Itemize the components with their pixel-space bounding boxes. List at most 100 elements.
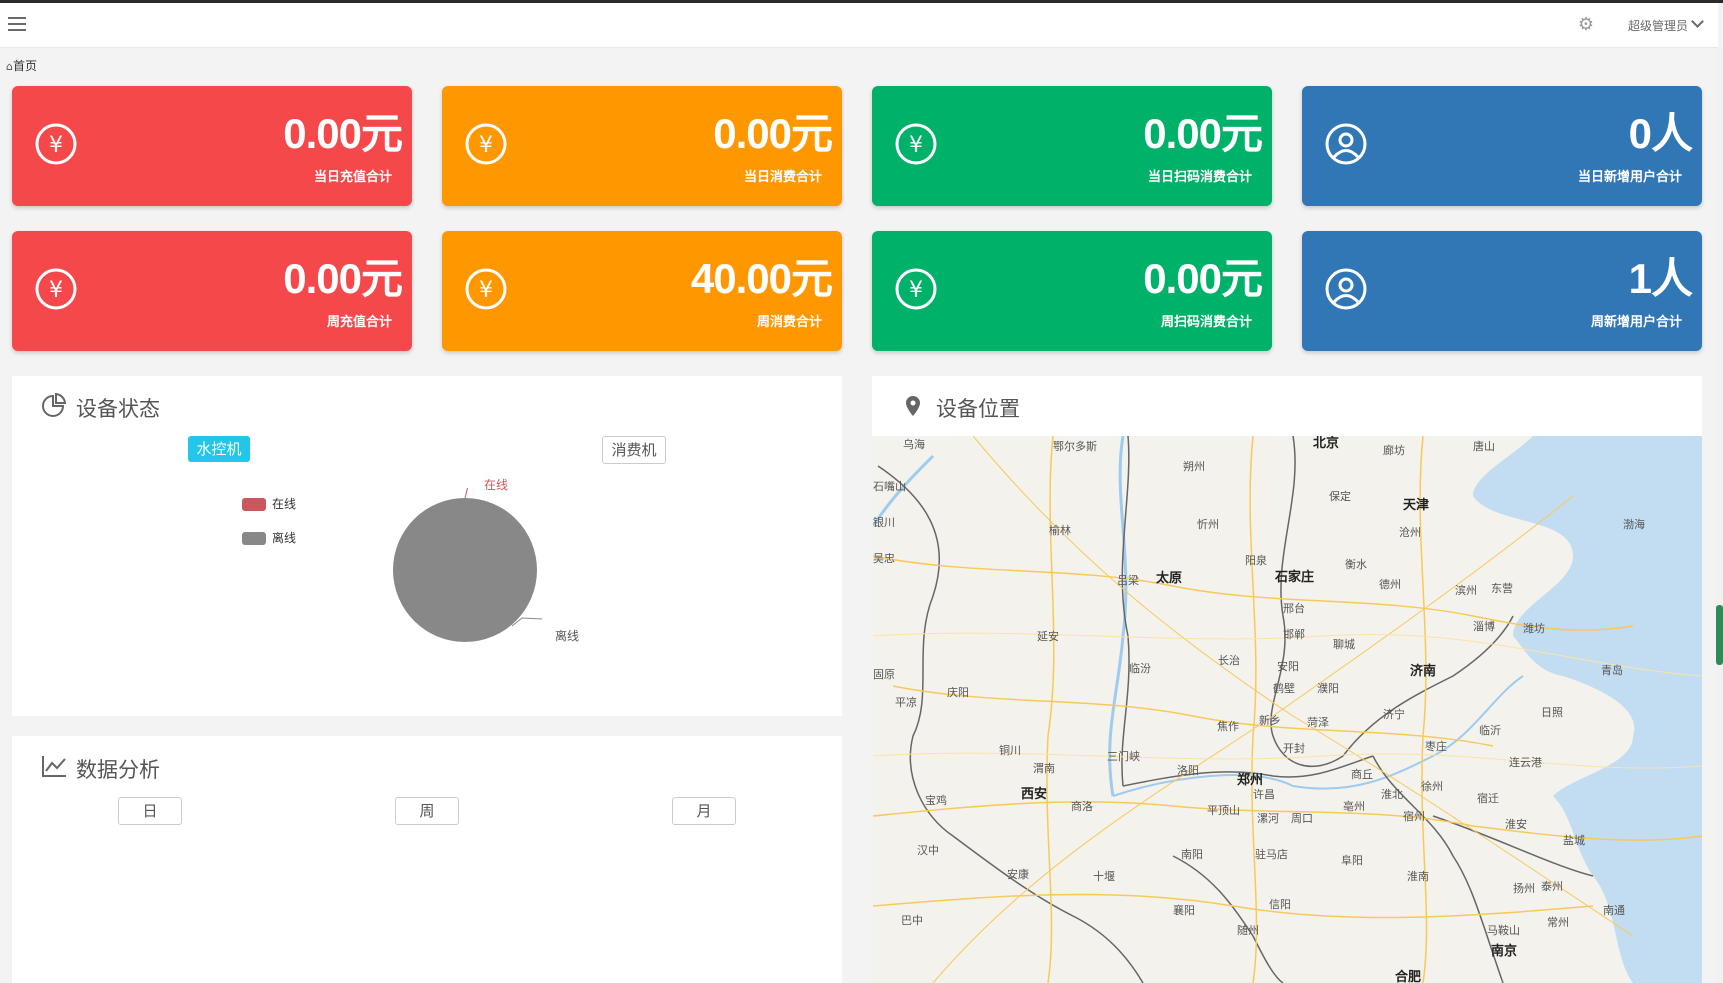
svg-text:¥: ¥ bbox=[479, 133, 493, 158]
map-city-rizhao: 日照 bbox=[1541, 706, 1563, 719]
home-icon: ⌂ bbox=[6, 60, 13, 73]
card-label: 周扫码消费合计 bbox=[1160, 315, 1252, 330]
map-city-tianjin: 天津 bbox=[1403, 498, 1430, 513]
map-city-langfang: 廊坊 bbox=[1383, 444, 1405, 457]
map-city-jinan: 济南 bbox=[1410, 664, 1437, 679]
map-city-shiyan: 十堰 bbox=[1093, 870, 1115, 883]
map-city-heze: 菏泽 bbox=[1307, 716, 1329, 729]
map-city-sanmenxia: 三门峡 bbox=[1107, 750, 1140, 763]
map-city-nanyang: 南阳 bbox=[1181, 848, 1203, 861]
map-city-yangzhou: 扬州 bbox=[1513, 882, 1535, 895]
map-city-huaibei: 淮北 bbox=[1381, 788, 1403, 801]
map-city-weinan: 渭南 bbox=[1033, 762, 1055, 775]
map-city-liaocheng: 聊城 bbox=[1333, 638, 1355, 651]
map-city-suizhou: 随州 bbox=[1237, 924, 1259, 937]
breadcrumb-home[interactable]: 首页 bbox=[13, 59, 37, 73]
map-city-bazhong: 巴中 bbox=[901, 914, 923, 927]
pie-label-offline: 离线 bbox=[555, 629, 580, 643]
map-marker-icon bbox=[906, 396, 920, 416]
map-city-tangshan: 唐山 bbox=[1473, 440, 1495, 453]
device-location-map[interactable]: 天津 北京 石家庄 太原 济南 郑州 西安 南京 合肥 渤海 银川 石嘴山 吴忠… bbox=[873, 436, 1702, 983]
map-city-yancheng: 盐城 bbox=[1563, 834, 1585, 847]
map-city-lianyungang: 连云港 bbox=[1509, 756, 1542, 769]
map-city-qingdao: 青岛 bbox=[1601, 664, 1623, 677]
map-city-pingliang: 平凉 bbox=[895, 696, 917, 709]
card-weekly-consume: ¥ 40.00元 周消费合计 bbox=[442, 231, 842, 351]
svg-text:¥: ¥ bbox=[49, 133, 63, 158]
card-daily-consume: ¥ 0.00元 当日消费合计 bbox=[442, 86, 842, 206]
map-city-luohe: 漯河 bbox=[1257, 812, 1279, 825]
yen-icon: ¥ bbox=[895, 123, 937, 165]
yen-icon: ¥ bbox=[465, 123, 507, 165]
card-value: 0.00元 bbox=[713, 110, 833, 157]
map-city-taiyuan: 太原 bbox=[1156, 571, 1183, 586]
map-city-pingdingshan: 平顶山 bbox=[1207, 804, 1240, 817]
page-scrollbar-thumb[interactable] bbox=[1716, 605, 1723, 665]
map-city-wuhai: 乌海 bbox=[903, 438, 925, 451]
device-location-header: 设备位置 bbox=[872, 376, 1702, 436]
map-city-xinxiang: 新乡 bbox=[1259, 714, 1281, 727]
card-value: 1人 bbox=[1628, 255, 1693, 302]
panel-title: 设备位置 bbox=[936, 397, 1020, 421]
menu-toggle-icon[interactable] bbox=[8, 17, 26, 31]
map-city-dezhou: 德州 bbox=[1379, 578, 1401, 591]
tab-water-controller[interactable]: 水控机 bbox=[188, 436, 250, 462]
map-city-ordos: 鄂尔多斯 bbox=[1053, 440, 1097, 453]
card-daily-recharge: ¥ 0.00元 当日充值合计 bbox=[12, 86, 412, 206]
map-city-shuozhou: 朔州 bbox=[1183, 460, 1205, 473]
map-city-fuyang: 阜阳 bbox=[1341, 854, 1363, 867]
user-menu[interactable]: 超级管理员 bbox=[1628, 17, 1688, 34]
pie-online-leader bbox=[464, 488, 469, 499]
map-city-binzhou: 滨州 bbox=[1455, 584, 1477, 597]
pie-label-online: 在线 bbox=[484, 478, 509, 492]
map-city-xian: 西安 bbox=[1021, 787, 1048, 802]
svg-text:¥: ¥ bbox=[49, 278, 63, 303]
panel-title: 设备状态 bbox=[76, 397, 160, 421]
card-label: 当日充值合计 bbox=[313, 170, 392, 185]
day-button[interactable]: 日 bbox=[118, 797, 182, 825]
card-value: 40.00元 bbox=[690, 255, 833, 302]
map-city-zhumadian: 驻马店 bbox=[1255, 848, 1288, 861]
data-analysis-panel: 数据分析 日 周 月 bbox=[12, 736, 842, 983]
map-city-huainan: 淮南 bbox=[1407, 870, 1429, 883]
month-button[interactable]: 月 bbox=[672, 797, 736, 825]
svg-text:¥: ¥ bbox=[909, 133, 923, 158]
map-city-shangluo: 商洛 bbox=[1071, 800, 1093, 813]
breadcrumb[interactable]: ⌂首页 bbox=[6, 57, 37, 74]
map-city-weifang: 潍坊 bbox=[1523, 622, 1545, 635]
map-city-jining: 济宁 bbox=[1383, 708, 1405, 721]
tab-consume-machine[interactable]: 消费机 bbox=[602, 436, 666, 464]
card-weekly-scan-consume: ¥ 0.00元 周扫码消费合计 bbox=[872, 231, 1272, 351]
map-city-puyang: 濮阳 bbox=[1317, 682, 1339, 695]
card-value: 0.00元 bbox=[1143, 255, 1263, 302]
map-city-yangquan: 阳泉 bbox=[1245, 554, 1267, 567]
map-city-taizhou: 泰州 bbox=[1541, 880, 1563, 893]
card-value: 0.00元 bbox=[283, 255, 403, 302]
card-value: 0.00元 bbox=[1143, 110, 1263, 157]
map-city-tongchuan: 铜川 bbox=[999, 744, 1021, 757]
svg-text:¥: ¥ bbox=[909, 278, 923, 303]
legend-online[interactable]: 在线 bbox=[242, 495, 296, 512]
map-city-baoji: 宝鸡 bbox=[925, 794, 947, 807]
card-weekly-recharge: ¥ 0.00元 周充值合计 bbox=[12, 231, 412, 351]
map-city-hengshui: 衡水 bbox=[1345, 558, 1367, 571]
map-city-dongying: 东营 bbox=[1491, 582, 1513, 595]
week-button[interactable]: 周 bbox=[395, 797, 459, 825]
legend-offline[interactable]: 离线 bbox=[242, 529, 296, 546]
device-status-panel: 设备状态 水控机 消费机 在线 离线 在线 离线 bbox=[12, 376, 842, 716]
chevron-down-icon[interactable] bbox=[1691, 15, 1704, 28]
map-city-changzhou: 常州 bbox=[1547, 916, 1569, 929]
map-city-shijiazhuang: 石家庄 bbox=[1275, 570, 1315, 585]
map-city-xinyang: 信阳 bbox=[1269, 898, 1291, 911]
map-city-zaozhuang: 枣庄 bbox=[1425, 740, 1447, 753]
map-city-ankang: 安康 bbox=[1007, 868, 1029, 881]
yen-icon: ¥ bbox=[35, 123, 77, 165]
map-city-hebi: 鹤壁 bbox=[1273, 682, 1295, 695]
page-scrollbar[interactable] bbox=[1716, 48, 1723, 983]
pie-slice-offline[interactable] bbox=[393, 498, 537, 642]
map-city-maanshan: 马鞍山 bbox=[1487, 924, 1520, 937]
map-city-xingtai: 邢台 bbox=[1283, 602, 1305, 615]
card-value: 0.00元 bbox=[283, 110, 403, 157]
panel-title: 数据分析 bbox=[76, 758, 160, 782]
gear-icon[interactable]: ⚙ bbox=[1578, 15, 1594, 35]
